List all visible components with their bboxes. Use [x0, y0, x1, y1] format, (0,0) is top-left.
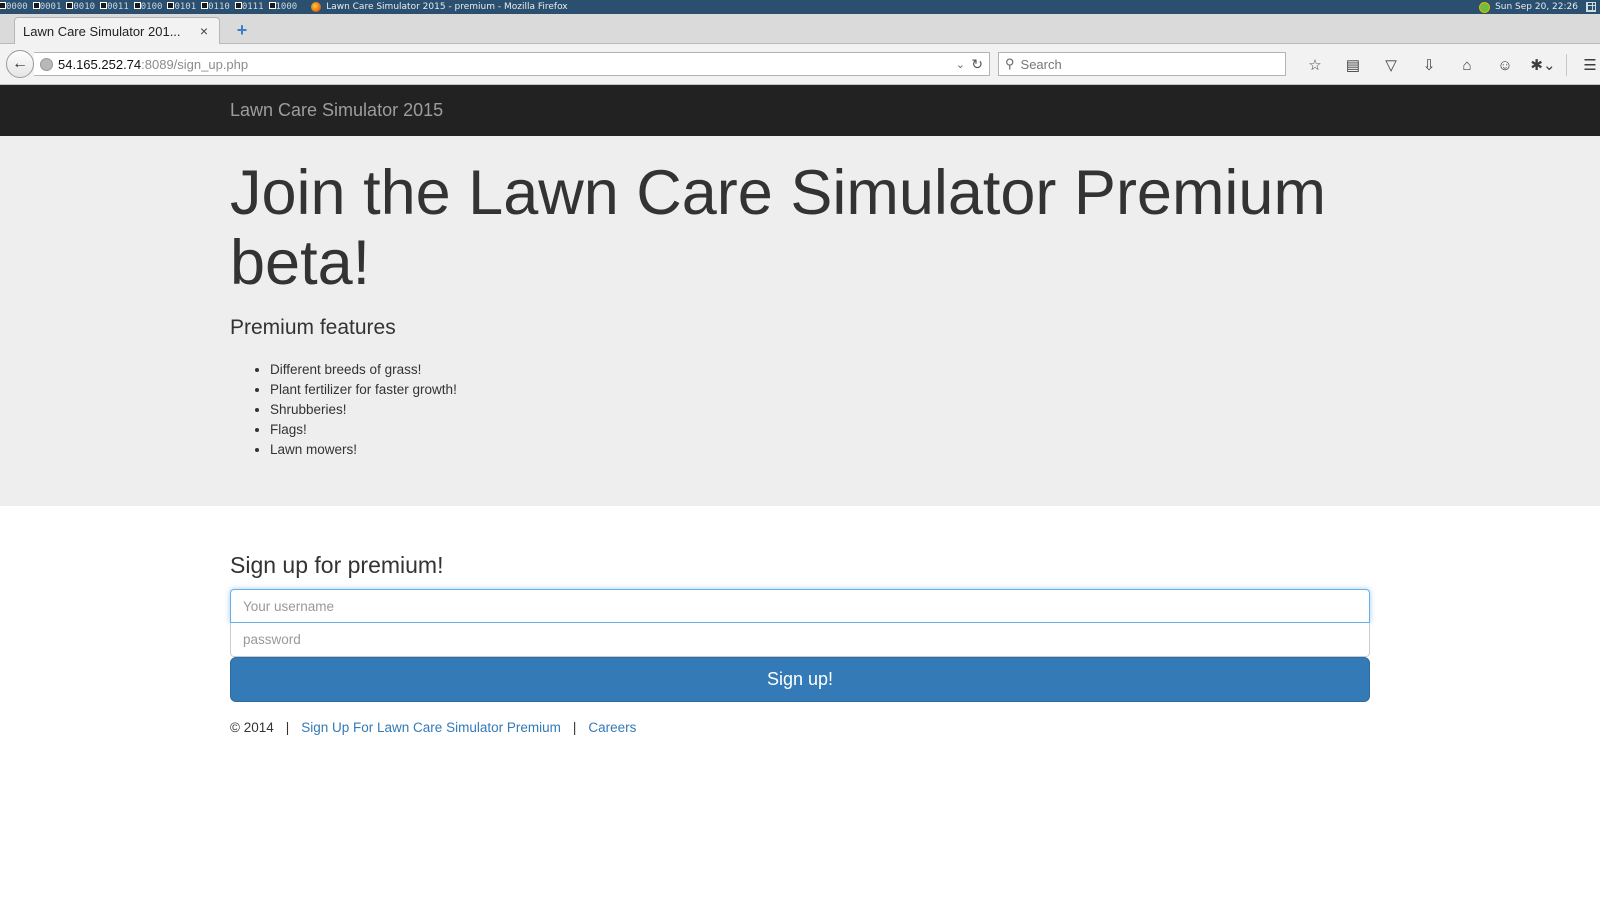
new-tab-button[interactable]: +	[234, 21, 250, 39]
url-host: 54.165.252.74	[58, 56, 142, 72]
footer: © 2014 | Sign Up For Lawn Care Simulator…	[230, 720, 1600, 735]
url-history-dropdown-icon[interactable]: ⌄	[956, 58, 965, 71]
reload-icon[interactable]: ↻	[971, 56, 983, 73]
search-icon: ⚲	[1005, 56, 1015, 71]
url-bar[interactable]: 54.165.252.74 :8089/sign_up.php ⌄ ↻	[34, 52, 990, 76]
workspace-0[interactable]: 0000	[0, 0, 34, 14]
browser-navbar: ← 54.165.252.74 :8089/sign_up.php ⌄ ↻ ⚲ …	[0, 44, 1600, 85]
toolbar-icons: ☆ ▤ ▽ ⇩ ⌂ ☺ ✱⌄ ☰	[1296, 54, 1600, 76]
jumbotron: Join the Lawn Care Simulator Premium bet…	[0, 136, 1600, 506]
url-path: :8089/sign_up.php	[141, 56, 249, 72]
layout-grid-icon[interactable]	[1586, 2, 1596, 12]
workspace-7[interactable]: 0111	[234, 0, 270, 14]
workspace-4[interactable]: 0100	[133, 0, 169, 14]
copyright: © 2014	[230, 720, 274, 735]
workspace-2[interactable]: 0010	[66, 0, 101, 14]
bookmark-star-icon[interactable]: ☆	[1296, 56, 1334, 74]
page-title: Join the Lawn Care Simulator Premium bet…	[230, 158, 1326, 298]
workspace-switcher[interactable]: 0000 0001 0010 0011 0100 0101 0110 0111 …	[0, 0, 303, 14]
clock-text: Sun Sep 20, 22:26	[1495, 2, 1578, 12]
workspace-8[interactable]: 1000	[268, 0, 304, 14]
tab-title: Lawn Care Simulator 201...	[23, 23, 181, 39]
signup-premium-link[interactable]: Sign Up For Lawn Care Simulator Premium	[301, 720, 561, 735]
list-item: Lawn mowers!	[270, 440, 1600, 460]
workspace-5[interactable]: 0101	[167, 0, 202, 14]
username-input[interactable]	[230, 589, 1370, 623]
menu-icon[interactable]: ☰	[1571, 56, 1600, 74]
workspace-3[interactable]: 0011	[100, 0, 135, 14]
search-placeholder: Search	[1020, 56, 1062, 72]
footer-divider: |	[572, 720, 577, 735]
os-taskbar: 0000 0001 0010 0011 0100 0101 0110 0111 …	[0, 0, 1600, 14]
site-navbar: Lawn Care Simulator 2015	[0, 85, 1600, 136]
active-window-title[interactable]: Lawn Care Simulator 2015 - premium - Moz…	[311, 0, 568, 14]
home-icon[interactable]: ⌂	[1448, 57, 1486, 74]
back-button[interactable]: ←	[6, 50, 34, 78]
back-arrow-icon: ←	[12, 55, 28, 72]
signup-title: Sign up for premium!	[230, 552, 444, 578]
features-title: Premium features	[230, 316, 396, 339]
close-tab-icon[interactable]: ×	[197, 23, 211, 39]
password-input[interactable]	[230, 623, 1370, 657]
tab-strip: Lawn Care Simulator 201... × +	[0, 14, 1600, 44]
list-item: Plant fertilizer for faster growth!	[270, 380, 1600, 400]
site-brand-link[interactable]: Lawn Care Simulator 2015	[230, 100, 443, 121]
page-content: Lawn Care Simulator 2015 Join the Lawn C…	[0, 85, 1600, 900]
signup-button[interactable]: Sign up!	[230, 657, 1370, 702]
network-status-icon[interactable]	[1479, 1, 1491, 13]
site-identity-icon[interactable]	[40, 57, 53, 71]
search-bar[interactable]: ⚲ Search	[998, 52, 1286, 76]
footer-divider: |	[285, 720, 290, 735]
toolbar-separator	[1566, 54, 1567, 76]
list-item: Flags!	[270, 420, 1600, 440]
tab-lawn-care[interactable]: Lawn Care Simulator 201... ×	[14, 17, 220, 44]
pocket-icon[interactable]: ▽	[1372, 56, 1410, 74]
features-list: Different breeds of grass! Plant fertili…	[270, 360, 1600, 460]
workspace-6[interactable]: 0110	[201, 0, 236, 14]
signup-section: Sign up for premium! Sign up! © 2014 | S…	[0, 506, 1600, 735]
chat-icon[interactable]: ☺	[1486, 57, 1524, 74]
firefox-icon	[311, 2, 322, 12]
extension-icon[interactable]: ✱⌄	[1524, 56, 1562, 74]
system-clock[interactable]: Sun Sep 20, 22:26	[1479, 0, 1578, 14]
window-title-text: Lawn Care Simulator 2015 - premium - Moz…	[326, 2, 568, 12]
list-item: Shrubberies!	[270, 400, 1600, 420]
workspace-1[interactable]: 0001	[32, 0, 68, 14]
reading-list-icon[interactable]: ▤	[1334, 56, 1372, 74]
list-item: Different breeds of grass!	[270, 360, 1600, 380]
careers-link[interactable]: Careers	[588, 720, 636, 735]
download-icon[interactable]: ⇩	[1410, 56, 1448, 74]
